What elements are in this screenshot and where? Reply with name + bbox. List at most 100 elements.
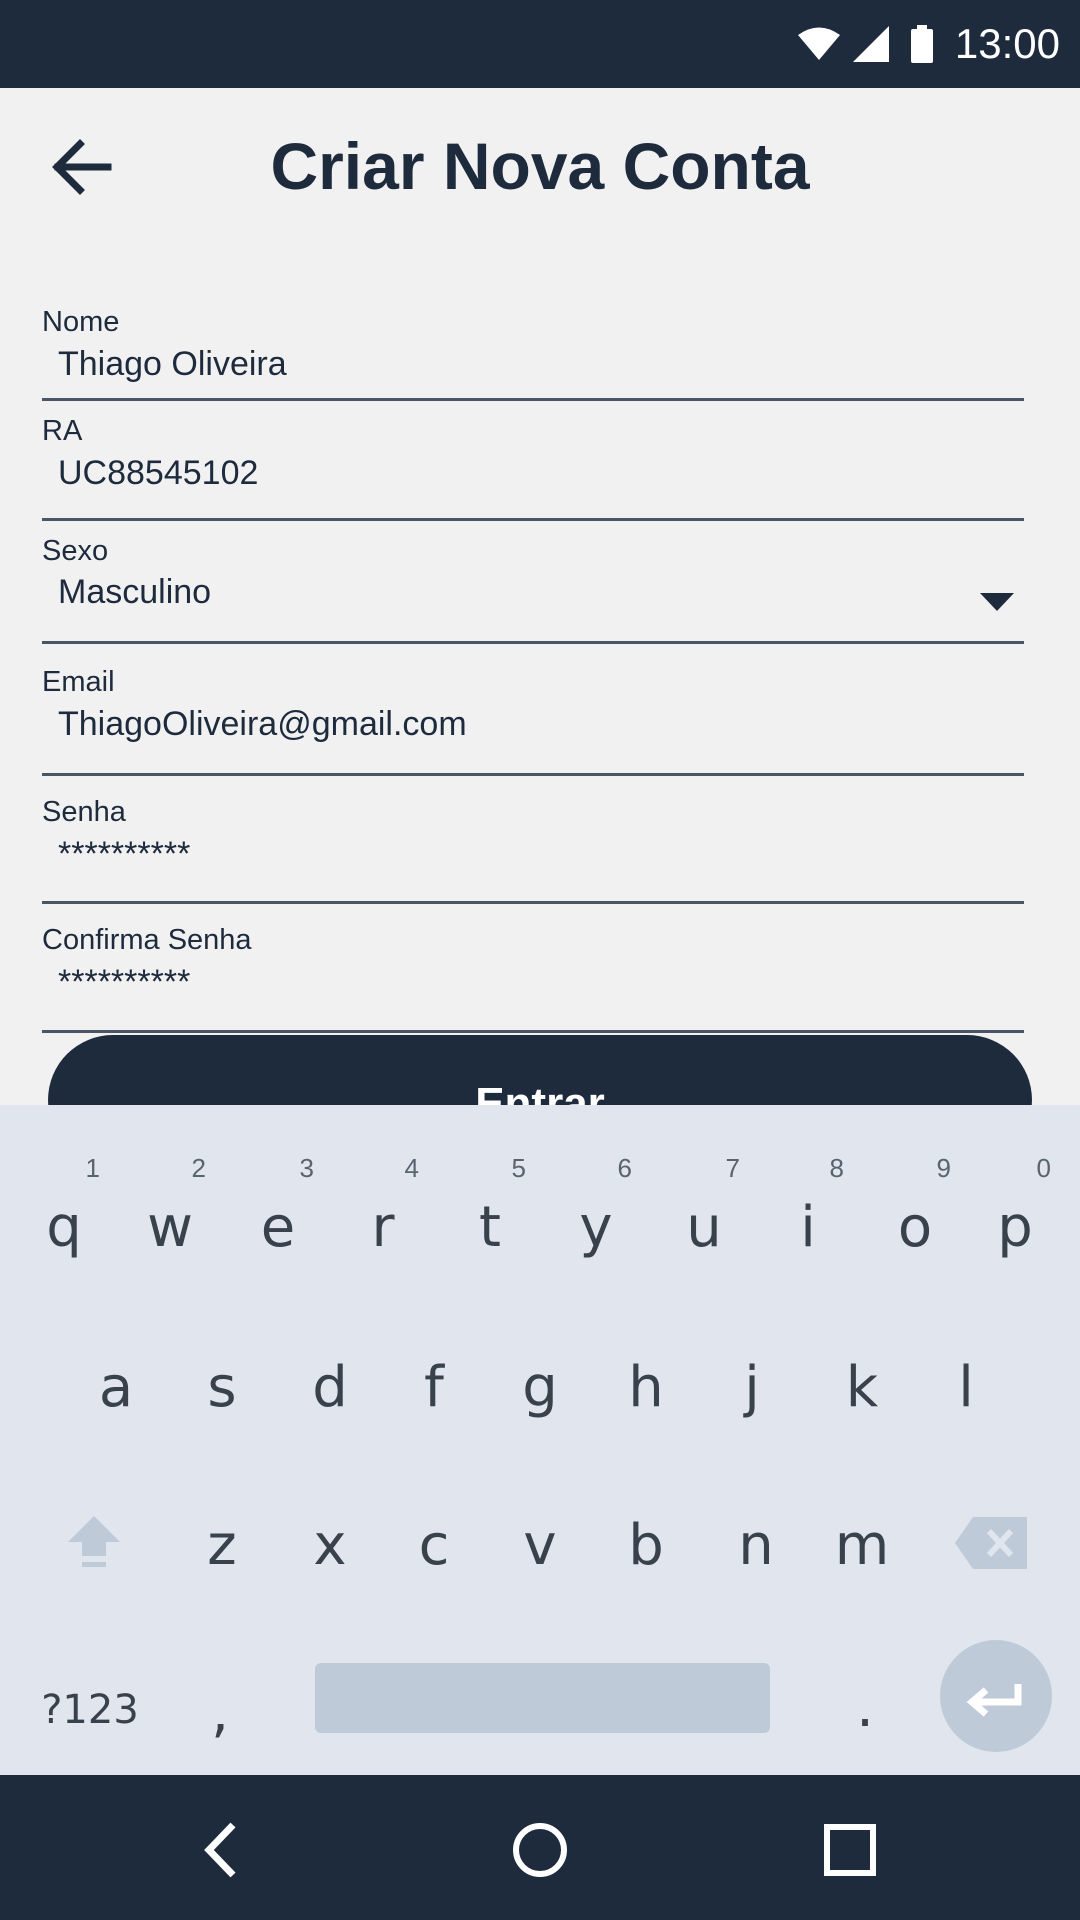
key-d[interactable]: d [300,1355,360,1445]
senha-field: Senha [42,796,1024,904]
key-r[interactable]: r4 [353,1153,419,1285]
key-hint: 2 [191,1153,206,1183]
navigation-bar [0,1775,1080,1920]
symbols-key[interactable]: ?123 [40,1687,140,1733]
key-k[interactable]: k [832,1355,892,1445]
key-z[interactable]: z [192,1513,252,1603]
ra-label: RA [42,415,83,447]
nome-label: Nome [42,306,120,338]
key-hint: 5 [511,1153,526,1183]
key-label: c [418,1513,450,1578]
key-j[interactable]: j [722,1355,782,1445]
key-m[interactable]: m [832,1513,892,1603]
key-hint: 9 [936,1153,951,1183]
confirma-senha-label: Confirma Senha [42,924,252,956]
key-label: n [738,1513,774,1578]
key-u[interactable]: u7 [674,1153,740,1285]
key-l[interactable]: l [936,1355,996,1445]
status-bar: 13:00 [0,0,1080,88]
senha-input[interactable] [42,829,1024,879]
key-h[interactable]: h [616,1355,676,1445]
key-s[interactable]: s [192,1355,252,1445]
soft-keyboard: ?123 , . q1w2e3r4t5y6u7i8o9p0asdfghjklzx… [0,1105,1080,1775]
key-w[interactable]: w2 [140,1153,206,1285]
key-q[interactable]: q1 [34,1153,100,1285]
key-label: i [800,1195,816,1260]
key-label: a [98,1355,134,1420]
dropdown-arrow-icon[interactable] [980,593,1014,616]
key-hint: 6 [617,1153,632,1183]
sexo-select[interactable]: Masculino [42,568,1024,618]
key-x[interactable]: x [300,1513,360,1603]
key-label: e [260,1195,296,1260]
key-v[interactable]: v [510,1513,570,1603]
key-label: g [522,1355,558,1420]
wifi-icon [797,26,841,62]
key-label: r [371,1195,395,1260]
app-header: Criar Nova Conta [0,88,1080,238]
email-label: Email [42,666,115,698]
nav-home-button[interactable] [505,1815,575,1885]
ra-input[interactable] [42,448,1024,498]
ra-field: RA [42,415,1024,521]
key-label: q [46,1195,82,1260]
key-hint: 0 [1036,1153,1051,1183]
email-field: Email [42,666,1024,776]
comma-key-label: , [211,1680,229,1745]
key-label: f [424,1355,444,1420]
confirma-senha-field: Confirma Senha [42,924,1024,1033]
comma-key[interactable]: , [200,1680,240,1745]
signup-form: Nome RA Sexo Masculino Email Senha Confi… [42,300,1024,1033]
key-label: h [628,1355,664,1420]
enter-key[interactable] [940,1640,1052,1752]
confirma-senha-input[interactable] [42,957,1024,1007]
battery-icon [910,25,933,63]
key-t[interactable]: t5 [460,1153,526,1285]
key-y[interactable]: y6 [566,1153,632,1285]
key-o[interactable]: o9 [885,1153,951,1285]
key-label: d [312,1355,348,1420]
period-key[interactable]: . [845,1675,885,1740]
nav-recents-button[interactable] [815,1815,885,1885]
status-icons: 13:00 [797,0,1060,88]
key-b[interactable]: b [616,1513,676,1603]
key-g[interactable]: g [510,1355,570,1445]
backspace-key[interactable] [955,1515,1029,1571]
key-p[interactable]: p0 [985,1153,1051,1285]
nav-back-icon [204,1822,236,1878]
key-n[interactable]: n [726,1513,786,1603]
key-label: l [958,1355,974,1420]
key-f[interactable]: f [404,1355,464,1445]
key-label: o [897,1195,933,1260]
key-label: j [744,1355,760,1420]
key-e[interactable]: e3 [248,1153,314,1285]
shift-icon [68,1516,120,1567]
key-label: v [523,1513,557,1578]
key-c[interactable]: c [404,1513,464,1603]
backspace-icon [955,1517,1027,1569]
nome-input[interactable] [42,339,1024,389]
page-title: Criar Nova Conta [270,129,810,203]
nome-field: Nome [42,306,1024,401]
email-input[interactable] [42,699,1024,749]
key-i[interactable]: i8 [778,1153,844,1285]
key-label: y [579,1195,613,1260]
key-label: p [997,1195,1033,1260]
nav-back-button[interactable] [185,1815,255,1885]
key-hint: 3 [299,1153,314,1183]
key-label: z [207,1513,237,1578]
enter-icon [966,1684,1022,1717]
key-a[interactable]: a [86,1355,146,1445]
key-label: w [147,1195,193,1260]
period-key-label: . [856,1675,874,1740]
sexo-field[interactable]: Sexo Masculino [42,535,1024,644]
senha-label: Senha [42,796,126,828]
space-key[interactable] [315,1663,770,1733]
key-label: k [845,1355,879,1420]
key-label: u [686,1195,722,1260]
shift-key[interactable] [64,1510,124,1570]
sexo-label: Sexo [42,535,109,567]
key-label: t [479,1195,501,1260]
signal-icon [852,26,889,62]
nav-home-icon [513,1823,567,1877]
